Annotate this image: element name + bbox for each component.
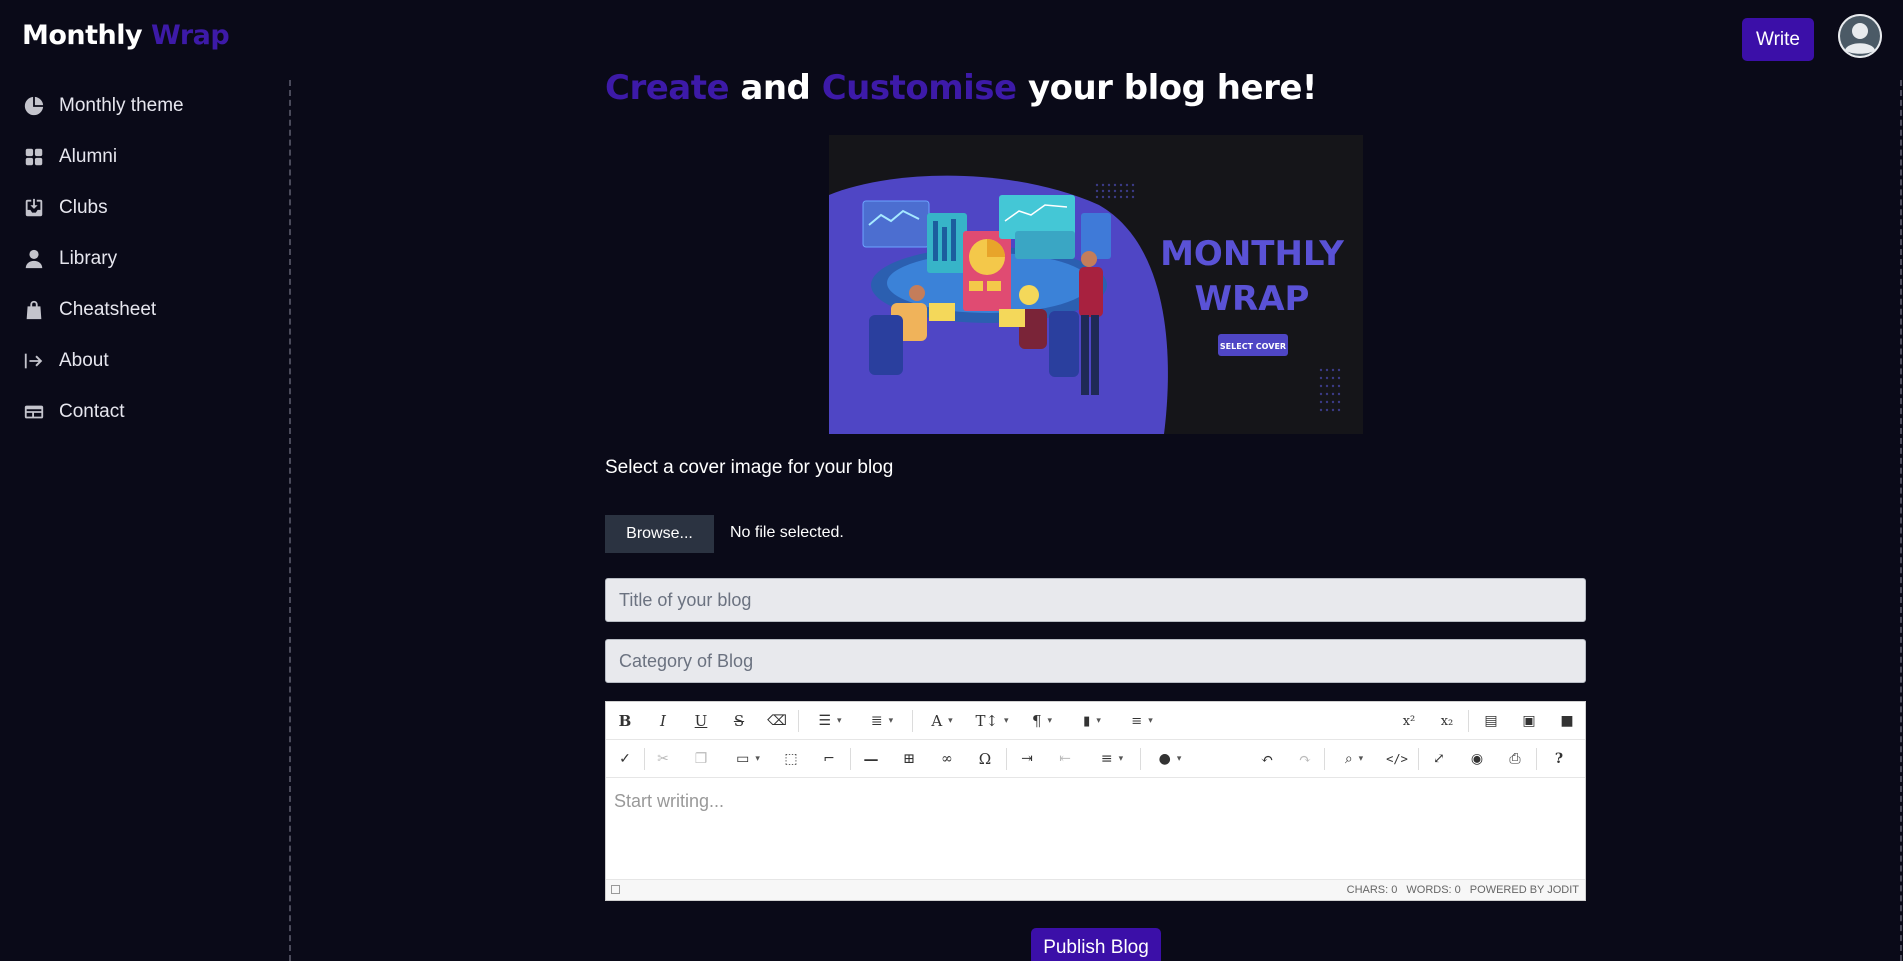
- subscript-button[interactable]: x₂: [1434, 702, 1460, 740]
- special-char-icon[interactable]: Ω: [972, 740, 998, 778]
- user-icon: [22, 247, 46, 271]
- brand-text-main: Monthly: [22, 20, 143, 51]
- sidebar-item-cheatsheet[interactable]: Cheatsheet: [0, 284, 290, 335]
- font-size-button[interactable]: T↕ ▾: [970, 702, 1014, 740]
- sidebar-item-label: About: [59, 349, 109, 371]
- video-icon[interactable]: ■: [1554, 702, 1580, 740]
- image-icon[interactable]: ▣: [1516, 702, 1542, 740]
- paragraph-button[interactable]: ¶ ▾: [1020, 702, 1064, 740]
- indent-icon[interactable]: ⇥: [1014, 740, 1040, 778]
- editor-toolbar-row-1: B I U S ⌫ ☰ ▾ ≣ ▾ A ▾ T↕ ▾ ¶ ▾ ▮ ▾ ≡ ▾ x² x₂ ▤ …: [606, 702, 1585, 740]
- classes-icon[interactable]: ▮ ▾: [1070, 702, 1114, 740]
- publish-button[interactable]: Publish Blog: [1031, 928, 1161, 961]
- file-status: No file selected.: [730, 524, 844, 541]
- help-icon[interactable]: ?: [1546, 740, 1572, 778]
- numbered-list-button[interactable]: ≣ ▾: [860, 702, 904, 740]
- powered-by[interactable]: POWERED BY JODIT: [1470, 884, 1579, 896]
- inbox-download-icon: [22, 196, 46, 220]
- brand-text-accent: Wrap: [151, 20, 230, 51]
- brand-logo[interactable]: Monthly Wrap: [22, 20, 230, 51]
- pie-chart-icon: [22, 94, 46, 118]
- sidebar-item-contact[interactable]: Contact: [0, 386, 290, 437]
- format-painter-icon[interactable]: ⌐: [816, 740, 842, 778]
- italic-button[interactable]: I: [650, 702, 676, 740]
- preview-icon[interactable]: ◉: [1464, 740, 1490, 778]
- resize-handle-icon[interactable]: [611, 885, 620, 894]
- horizontal-rule-icon[interactable]: —: [858, 740, 884, 778]
- select-all-icon[interactable]: ⬚: [778, 740, 804, 778]
- paste-icon[interactable]: ▭ ▾: [726, 740, 770, 778]
- copy-icon[interactable]: ❐: [688, 740, 714, 778]
- link-icon[interactable]: ∞: [934, 740, 960, 778]
- source-code-icon[interactable]: </>: [1384, 740, 1410, 778]
- underline-button[interactable]: U: [688, 702, 714, 740]
- cover-label: Select a cover image for your blog: [605, 457, 894, 478]
- find-icon[interactable]: ⌕ ▾: [1332, 740, 1376, 778]
- spellcheck-icon[interactable]: ✓: [612, 740, 638, 778]
- write-button[interactable]: Write: [1742, 18, 1814, 61]
- user-avatar-icon: [1838, 14, 1882, 58]
- browse-button[interactable]: Browse...: [605, 515, 714, 553]
- page-title: Create and Customise your blog here!: [605, 68, 1317, 108]
- sidebar-item-clubs[interactable]: Clubs: [0, 182, 290, 233]
- rich-text-editor: B I U S ⌫ ☰ ▾ ≣ ▾ A ▾ T↕ ▾ ¶ ▾ ▮ ▾ ≡ ▾ x² x₂ ▤ …: [605, 701, 1586, 901]
- sidebar-item-library[interactable]: Library: [0, 233, 290, 284]
- eraser-icon[interactable]: ⌫: [764, 702, 790, 740]
- sidebar-item-label: Contact: [59, 400, 125, 422]
- redo-icon[interactable]: ↷: [1292, 740, 1318, 778]
- table-icon[interactable]: ⊞: [896, 740, 922, 778]
- shopping-bag-icon: [22, 298, 46, 322]
- bullet-list-button[interactable]: ☰ ▾: [808, 702, 852, 740]
- sidebar-item-alumni[interactable]: Alumni: [0, 131, 290, 182]
- char-count: CHARS: 0: [1346, 884, 1398, 896]
- arrow-right-to-bar-icon: [22, 349, 46, 373]
- sidebar-item-about[interactable]: About: [0, 335, 290, 386]
- fullscreen-icon[interactable]: ⤢: [1426, 740, 1452, 778]
- sidebar-item-label: Cheatsheet: [59, 298, 157, 320]
- blog-category-input[interactable]: [605, 639, 1586, 683]
- editor-statusbar: CHARS: 0 WORDS: 0 POWERED BY JODIT: [606, 879, 1585, 900]
- file-icon[interactable]: ▤: [1478, 702, 1504, 740]
- cut-icon[interactable]: ✂: [650, 740, 676, 778]
- sidebar-item-label: Alumni: [59, 145, 118, 167]
- title-word-customise: Customise: [821, 68, 1017, 108]
- editor-toolbar-row-2: ✓ ✂ ❐ ▭ ▾ ⬚ ⌐ — ⊞ ∞ Ω ⇥ ⇤ ≡ ▾ ● ▾ ↶ ↷ ⌕ ▾ </…: [606, 740, 1585, 778]
- title-word-create: Create: [605, 68, 730, 108]
- id-card-icon: [22, 400, 46, 424]
- avatar[interactable]: [1838, 14, 1882, 58]
- undo-icon[interactable]: ↶: [1254, 740, 1280, 778]
- sidebar-item-label: Monthly theme: [59, 94, 184, 116]
- outdent-icon[interactable]: ⇤: [1052, 740, 1078, 778]
- color-icon[interactable]: ● ▾: [1148, 740, 1192, 778]
- blog-title-input[interactable]: [605, 578, 1586, 622]
- cover-image[interactable]: MONTHLY WRAP SELECT COVER: [829, 135, 1363, 434]
- cover-title-line2: WRAP: [1195, 279, 1310, 319]
- align-icon[interactable]: ≡ ▾: [1090, 740, 1134, 778]
- title-word-rest: your blog here!: [1016, 68, 1317, 108]
- line-height-icon[interactable]: ≡ ▾: [1120, 702, 1164, 740]
- word-count: WORDS: 0: [1406, 884, 1461, 896]
- bold-button[interactable]: B: [612, 702, 638, 740]
- sidebar-item-monthly-theme[interactable]: Monthly theme: [0, 80, 290, 131]
- cover-title-line1: MONTHLY: [1160, 234, 1344, 274]
- sidebar-item-label: Clubs: [59, 196, 108, 218]
- font-button[interactable]: A ▾: [920, 702, 964, 740]
- editor-body[interactable]: Start writing...: [606, 779, 1585, 881]
- sidebar: Monthly theme Alumni Clubs Library Cheat…: [0, 80, 290, 437]
- superscript-button[interactable]: x²: [1396, 702, 1422, 740]
- cover-illustration: MONTHLY WRAP SELECT COVER: [829, 135, 1363, 434]
- sidebar-item-label: Library: [59, 247, 118, 269]
- select-cover-text: SELECT COVER: [1220, 342, 1286, 351]
- print-icon[interactable]: ⎙: [1502, 740, 1528, 778]
- right-divider: [1900, 80, 1902, 961]
- sidebar-divider: [289, 80, 291, 961]
- grid-icon: [22, 145, 46, 169]
- strikethrough-button[interactable]: S: [726, 702, 752, 740]
- title-word-and: and: [729, 68, 822, 108]
